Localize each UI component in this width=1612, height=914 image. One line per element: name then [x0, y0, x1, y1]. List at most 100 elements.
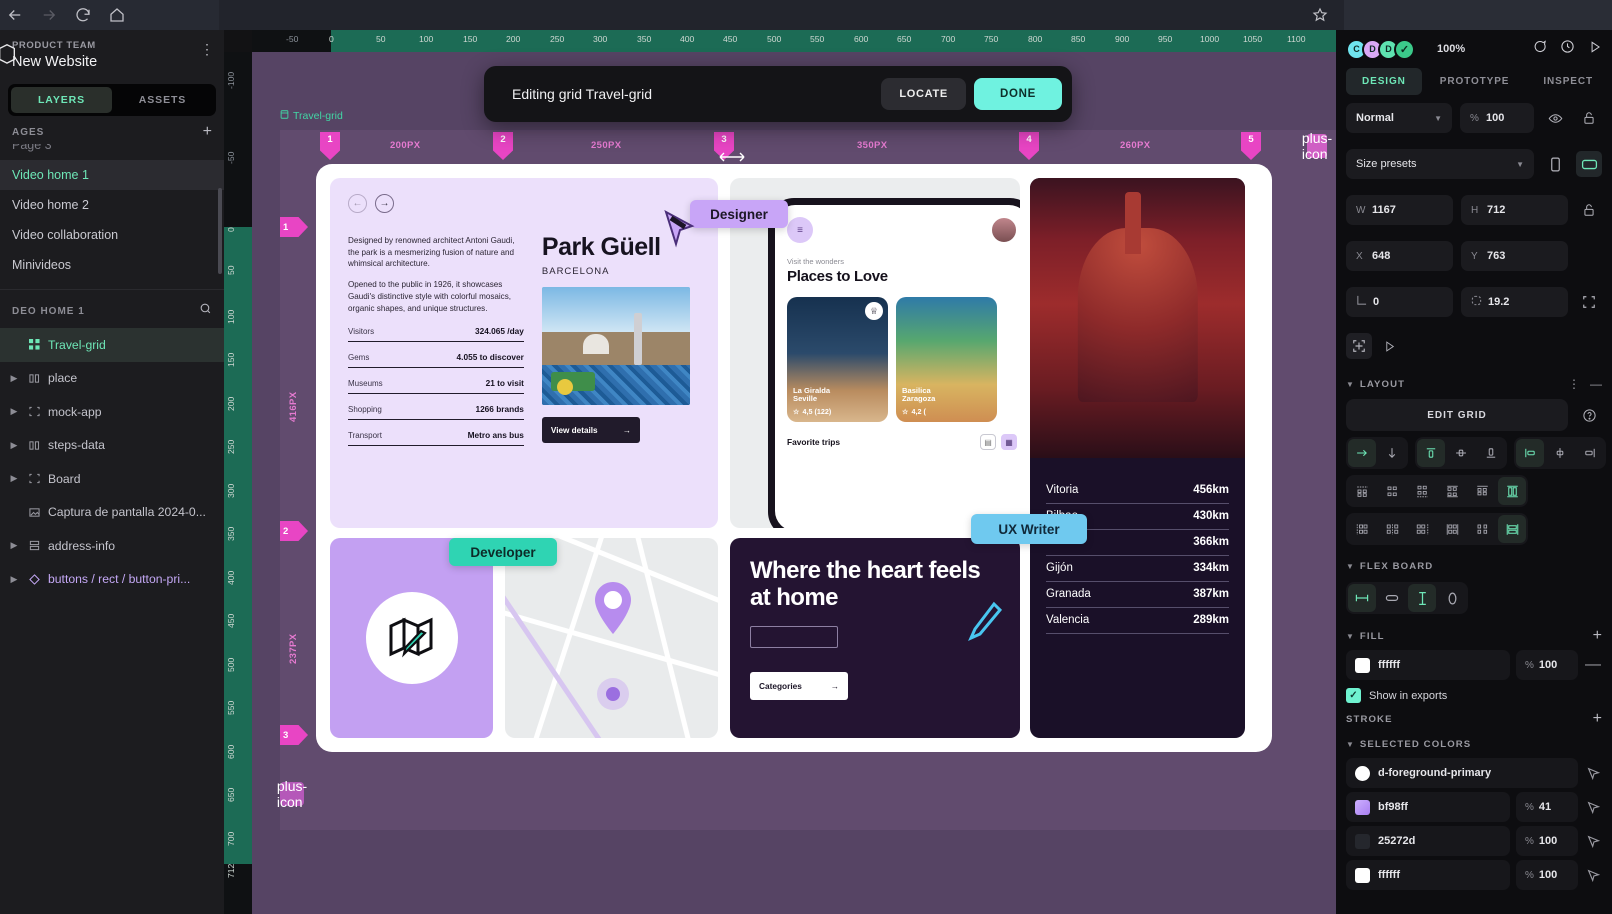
- zoom-level[interactable]: 100%: [1437, 43, 1465, 55]
- fill-opacity-field[interactable]: % 100: [1516, 650, 1578, 680]
- flex-board-section-header[interactable]: ▼ FLEX BOARD: [1336, 551, 1612, 576]
- history-icon[interactable]: [1560, 39, 1575, 59]
- home-icon[interactable]: [108, 6, 126, 24]
- minus-icon[interactable]: —: [1590, 377, 1602, 391]
- col-f-icon[interactable]: [1498, 515, 1526, 543]
- search-icon[interactable]: [199, 302, 212, 320]
- edit-grid-button[interactable]: EDIT GRID: [1346, 399, 1568, 431]
- tab-design[interactable]: DESIGN: [1346, 68, 1422, 95]
- add-page-icon[interactable]: +: [203, 124, 212, 140]
- remove-fill-icon[interactable]: —: [1584, 656, 1602, 674]
- add-stroke-icon[interactable]: +: [1593, 711, 1602, 727]
- tab-inspect[interactable]: INSPECT: [1527, 68, 1609, 95]
- forward-arrow-icon[interactable]: [40, 6, 58, 24]
- dist-a-icon[interactable]: [1348, 477, 1376, 505]
- layout-section-header[interactable]: ▼ LAYOUT ⋮ —: [1336, 367, 1612, 395]
- expand-caret[interactable]: ▶: [8, 540, 20, 551]
- size-presets-select[interactable]: Size presets ▼: [1346, 149, 1534, 179]
- corner-radius-input[interactable]: 19.2: [1461, 287, 1568, 317]
- show-in-exports-row[interactable]: ✓ Show in exports: [1346, 688, 1602, 703]
- address-bar[interactable]: [219, 0, 1344, 30]
- place-card[interactable]: ♕ La Giralda Seville ☆ 4,5 (122): [787, 297, 888, 422]
- horizontal-ruler[interactable]: -50 0 50 100 150 200 250 300 350 400 450…: [252, 30, 1336, 52]
- expand-caret[interactable]: ▶: [8, 373, 20, 384]
- artboard-travel-grid[interactable]: ← → Designed by renowned architect Anton…: [316, 164, 1272, 752]
- unlock-icon[interactable]: [1576, 105, 1602, 131]
- hamburger-icon[interactable]: ≡: [787, 217, 813, 243]
- color-swatch[interactable]: [1355, 833, 1370, 849]
- card-mock-app[interactable]: ≡ Visit the wonders Places to Love ♕ La …: [730, 178, 1020, 528]
- frame-label[interactable]: Travel-grid: [280, 110, 343, 122]
- color-opacity-field[interactable]: % 100: [1516, 860, 1578, 890]
- layer-row-captura[interactable]: Captura de pantalla 2024-0...: [0, 496, 224, 530]
- kebab-menu-icon[interactable]: ⋮: [1568, 377, 1580, 391]
- stroke-section-header[interactable]: STROKE +: [1346, 711, 1602, 727]
- done-button[interactable]: DONE: [973, 78, 1062, 110]
- align-left-icon[interactable]: [1516, 439, 1544, 467]
- flow-horizontal-icon[interactable]: [1348, 439, 1376, 467]
- check-circle-icon[interactable]: ✓: [1394, 38, 1415, 60]
- width-input[interactable]: W 1167: [1346, 195, 1453, 225]
- dist-d-icon[interactable]: [1438, 477, 1466, 505]
- add-column-button[interactable]: plus-icon: [1302, 130, 1332, 162]
- back-arrow-icon[interactable]: [6, 6, 24, 24]
- categories-button[interactable]: Categories →: [750, 671, 848, 700]
- page-item-video-home-1[interactable]: Video home 1: [0, 160, 224, 190]
- play-icon[interactable]: [1376, 333, 1402, 359]
- dist-c-icon[interactable]: [1408, 477, 1436, 505]
- pages-scrollbar[interactable]: [218, 188, 222, 274]
- user-avatar[interactable]: [991, 217, 1017, 243]
- card-city-distances[interactable]: Vitoria 456km Bilbao 430km 366km: [1030, 178, 1245, 738]
- pill-icon[interactable]: [1378, 584, 1406, 612]
- height-input[interactable]: H 712: [1461, 195, 1568, 225]
- align-middle-icon[interactable]: [1447, 439, 1475, 467]
- landscape-orientation-icon[interactable]: [1576, 151, 1602, 177]
- layer-row-buttons-component[interactable]: ▶ buttons / rect / button-pri...: [0, 563, 224, 597]
- tab-prototype[interactable]: PROTOTYPE: [1424, 68, 1526, 95]
- reload-icon[interactable]: [74, 6, 92, 24]
- align-top-icon[interactable]: [1417, 439, 1445, 467]
- align-bottom-icon[interactable]: [1477, 439, 1505, 467]
- vertical-ruler[interactable]: -100 -50 0 50 100 150 200 250 300 350 40…: [224, 52, 252, 914]
- layer-row-mock-app[interactable]: ▶ mock-app: [0, 395, 224, 429]
- fill-section-header[interactable]: ▼ FILL +: [1336, 620, 1612, 646]
- color-swatch[interactable]: [1355, 867, 1370, 883]
- x-input[interactable]: X 648: [1346, 241, 1453, 271]
- place-card[interactable]: Basilica Zaragoza ☆ 4,2 (: [896, 297, 997, 422]
- col-a-icon[interactable]: [1348, 515, 1376, 543]
- rotation-input[interactable]: 0: [1346, 287, 1453, 317]
- expand-caret[interactable]: ▶: [8, 473, 20, 484]
- eye-icon[interactable]: [1542, 105, 1568, 131]
- add-fill-icon[interactable]: +: [1593, 628, 1602, 644]
- y-input[interactable]: Y 763: [1461, 241, 1568, 271]
- align-center-icon[interactable]: [1546, 439, 1574, 467]
- page-item-minivideos[interactable]: Minivideos: [0, 250, 224, 280]
- view-details-button[interactable]: View details →: [541, 417, 640, 443]
- page-item-cut[interactable]: Page 3: [0, 144, 224, 160]
- expand-caret[interactable]: ▶: [8, 440, 20, 451]
- show-in-exports-checkbox[interactable]: ✓: [1346, 688, 1361, 703]
- scope-icon[interactable]: [1584, 801, 1602, 814]
- arrow-left-circle-icon[interactable]: ←: [348, 194, 367, 213]
- color-opacity-field[interactable]: % 41: [1516, 792, 1578, 822]
- card-icon-tile[interactable]: [330, 538, 493, 738]
- independent-corners-icon[interactable]: [1576, 289, 1602, 315]
- width-icon[interactable]: [1348, 584, 1376, 612]
- page-item-video-collaboration[interactable]: Video collaboration: [0, 220, 224, 250]
- app-logo-icon[interactable]: [0, 42, 18, 66]
- zero-icon[interactable]: [1438, 584, 1466, 612]
- portrait-orientation-icon[interactable]: [1542, 151, 1568, 177]
- selected-colors-section-header[interactable]: ▼ SELECTED COLORS: [1336, 729, 1612, 754]
- color-swatch[interactable]: [1355, 799, 1370, 815]
- arrow-right-circle-icon[interactable]: →: [375, 194, 394, 213]
- scope-icon[interactable]: [1584, 835, 1602, 848]
- layer-row-board[interactable]: ▶ Board: [0, 462, 224, 496]
- scope-icon[interactable]: [1584, 869, 1602, 882]
- text-cursor-icon[interactable]: [1408, 584, 1436, 612]
- play-icon[interactable]: [1588, 40, 1602, 59]
- grid-view-icon[interactable]: ▦: [1001, 434, 1017, 450]
- resize-icon[interactable]: [1346, 333, 1372, 359]
- col-e-icon[interactable]: [1468, 515, 1496, 543]
- tab-layers[interactable]: LAYERS: [11, 87, 112, 113]
- align-right-icon[interactable]: [1576, 439, 1604, 467]
